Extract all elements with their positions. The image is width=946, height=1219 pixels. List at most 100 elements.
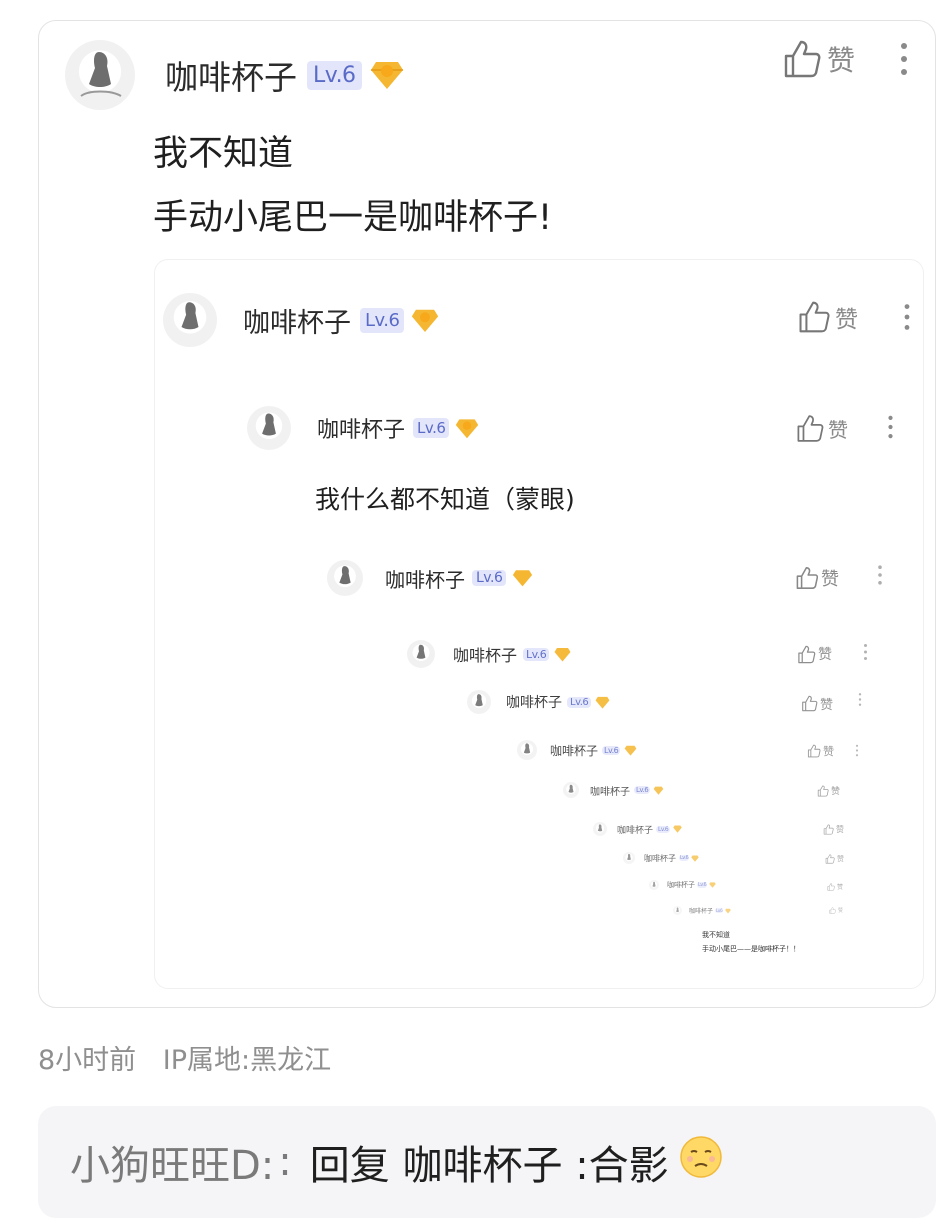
more-vertical-icon bbox=[858, 692, 862, 711]
level-badge: Lv.6 bbox=[697, 882, 708, 888]
like-button: 赞 bbox=[827, 882, 843, 891]
like-button: 赞 bbox=[817, 784, 840, 797]
avatar bbox=[407, 640, 435, 668]
avatar bbox=[623, 852, 635, 864]
comment-text-line1: 我不知道 bbox=[153, 134, 294, 174]
thumbs-up-icon bbox=[802, 695, 818, 712]
gem-icon bbox=[370, 60, 404, 90]
gem-icon bbox=[709, 882, 716, 888]
like-button: 赞 bbox=[801, 694, 833, 713]
more-vertical-icon[interactable] bbox=[899, 41, 909, 81]
like-button: 赞 bbox=[796, 414, 848, 443]
thumbs-up-icon bbox=[817, 785, 829, 796]
more-vertical-icon bbox=[887, 414, 894, 444]
level-badge: Lv.6 bbox=[523, 647, 550, 661]
echo-comment-header: 咖啡杯子 Lv.6 bbox=[563, 782, 664, 798]
username: 咖啡杯子 bbox=[644, 853, 676, 863]
username: 咖啡杯子 bbox=[453, 646, 518, 665]
like-label: 赞 bbox=[820, 698, 834, 713]
username: 咖啡杯子 bbox=[506, 695, 562, 711]
thumbs-up-icon bbox=[797, 415, 824, 442]
reply-preview[interactable]: 小狗旺旺D: : 回复 咖啡杯子 :合影 bbox=[38, 1106, 936, 1218]
avatar bbox=[247, 406, 291, 450]
like-button: 赞 bbox=[823, 824, 844, 835]
level-badge: Lv.6 bbox=[360, 307, 405, 333]
gem-icon bbox=[691, 854, 699, 862]
more-vertical-icon bbox=[855, 742, 859, 761]
avatar bbox=[593, 822, 607, 836]
echo-comment-header: 咖啡杯子 Lv.6 bbox=[593, 822, 682, 836]
avatar bbox=[467, 690, 491, 714]
like-label: 赞 bbox=[827, 44, 856, 77]
gem-icon bbox=[512, 569, 533, 587]
tiny-text-line2: 手动小尾巴——是咖啡杯子！！ bbox=[702, 945, 800, 953]
echo-comment-header: 咖啡杯子 Lv.6 bbox=[407, 640, 571, 668]
level-badge: Lv.6 bbox=[602, 745, 621, 755]
sweating-face-emoji bbox=[679, 1135, 723, 1189]
like-button: 赞 bbox=[825, 854, 844, 864]
username: 咖啡杯子 bbox=[550, 743, 599, 758]
avatar bbox=[163, 293, 217, 347]
gem-icon bbox=[554, 647, 571, 662]
shared-screenshot-card[interactable]: 咖啡杯子 Lv.6 赞 我不知道 手动小尾巴一是咖啡杯子! 咖啡杯子 Lv.6 … bbox=[38, 20, 936, 1008]
like-label: 赞 bbox=[836, 825, 844, 834]
thumbs-up-icon bbox=[827, 882, 835, 891]
avatar[interactable] bbox=[65, 40, 135, 110]
thumbs-up-icon bbox=[798, 645, 816, 663]
nested-screenshot: 咖啡杯子 Lv.6 赞 咖啡杯子 Lv.6 赞 我什么都不知道（蒙眼) 咖啡杯子… bbox=[154, 259, 924, 989]
echo-comment-header: 咖啡杯子 Lv.6 bbox=[673, 906, 731, 915]
level-badge: Lv.6 bbox=[567, 696, 592, 708]
thumbs-up-icon bbox=[796, 567, 819, 589]
like-button: 赞 bbox=[798, 300, 858, 334]
more-vertical-icon bbox=[863, 643, 868, 665]
more-vertical-icon bbox=[877, 564, 883, 590]
comment-meta: 8小时前 IP属地:黑龙江 bbox=[38, 1038, 331, 1077]
username: 咖啡杯子 bbox=[317, 418, 406, 443]
avatar bbox=[327, 560, 363, 596]
like-label: 赞 bbox=[835, 307, 858, 333]
like-label: 赞 bbox=[821, 569, 839, 590]
level-badge: Lv.6 bbox=[472, 570, 507, 586]
nested-comment-header: 咖啡杯子 Lv.6 bbox=[163, 292, 439, 348]
level-badge: Lv.6 bbox=[679, 855, 690, 861]
like-label: 赞 bbox=[818, 647, 832, 663]
username: 咖啡杯子 bbox=[667, 881, 695, 889]
comment-text-line2: 手动小尾巴一是咖啡杯子! bbox=[153, 198, 553, 238]
gem-icon bbox=[673, 825, 682, 833]
thumbs-up-icon bbox=[799, 301, 830, 333]
reply-text: 我什么都不知道（蒙眼) bbox=[315, 485, 575, 514]
avatar bbox=[517, 740, 537, 760]
thumbs-up-icon bbox=[807, 744, 821, 758]
echo-comment-header: 咖啡杯子 Lv.6 bbox=[649, 880, 716, 890]
thumbs-up-icon bbox=[784, 40, 821, 78]
echo-comment-header: 咖啡杯子 Lv.6 bbox=[623, 852, 699, 864]
like-label: 赞 bbox=[823, 745, 834, 758]
timestamp: 8小时前 bbox=[38, 1045, 137, 1076]
thumbs-up-icon bbox=[825, 854, 835, 864]
like-button: 赞 bbox=[807, 743, 834, 759]
gem-icon bbox=[624, 745, 637, 756]
echo-comment-header: 咖啡杯子 Lv.6 bbox=[467, 690, 610, 714]
like-button: 赞 bbox=[797, 644, 832, 664]
level-badge: Lv.6 bbox=[656, 825, 671, 833]
like-label: 赞 bbox=[838, 908, 844, 914]
username: 咖啡杯子 bbox=[617, 825, 654, 836]
like-button: 赞 bbox=[795, 565, 839, 591]
like-label: 赞 bbox=[837, 855, 844, 863]
username: 咖啡杯子 bbox=[243, 307, 351, 339]
like-label: 赞 bbox=[831, 787, 841, 797]
like-button: 赞 bbox=[829, 907, 843, 914]
echo-comment-header: 咖啡杯子 Lv.6 bbox=[327, 560, 533, 596]
more-vertical-icon bbox=[903, 302, 911, 336]
like-button[interactable]: 赞 bbox=[783, 39, 855, 79]
ip-location: IP属地:黑龙江 bbox=[162, 1045, 332, 1076]
gem-icon bbox=[595, 696, 610, 709]
gem-icon bbox=[653, 786, 664, 795]
reply-username[interactable]: 小狗旺旺D: bbox=[70, 1133, 274, 1191]
username: 咖啡杯子 bbox=[689, 908, 714, 915]
comment-header: 咖啡杯子 Lv.6 bbox=[65, 35, 404, 115]
echo-comment-header: 咖啡杯子 Lv.6 bbox=[517, 740, 637, 760]
reply-comment-header: 咖啡杯子 Lv.6 bbox=[247, 406, 479, 450]
username[interactable]: 咖啡杯子 bbox=[165, 51, 297, 99]
like-label: 赞 bbox=[837, 884, 844, 891]
